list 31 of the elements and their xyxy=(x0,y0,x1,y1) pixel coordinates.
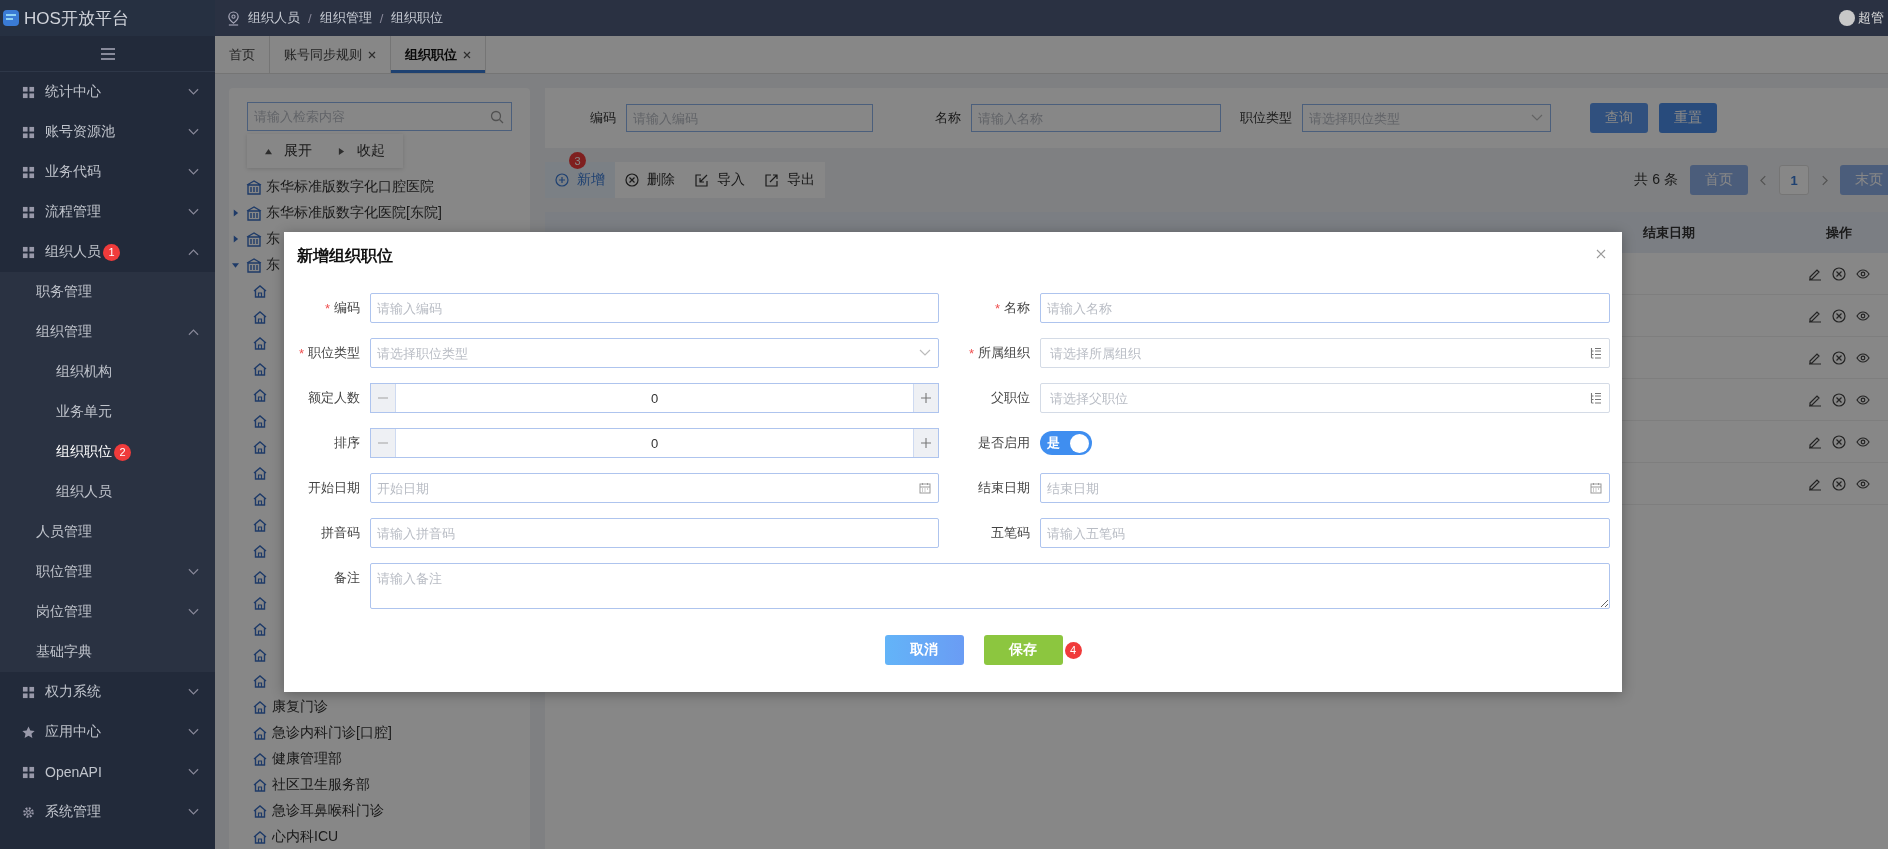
step-marker: 1 xyxy=(103,243,120,261)
field-label: 开始日期 xyxy=(308,479,360,497)
column-header: 操作 xyxy=(1825,223,1853,242)
field-label: 名称 xyxy=(935,109,961,127)
field-label: 排序 xyxy=(334,434,360,452)
step-marker: 3 xyxy=(569,152,586,169)
field-label: 父职位 xyxy=(991,389,1030,407)
field-label: 职位类型 xyxy=(1240,109,1292,127)
field-label: 所属组织 xyxy=(978,344,1030,362)
required-mark: * xyxy=(324,300,330,316)
breadcrumb-separator: / xyxy=(308,10,312,26)
field-label: 是否启用 xyxy=(978,434,1030,452)
field-label: 拼音码 xyxy=(321,524,360,542)
field-label: 名称 xyxy=(1004,299,1030,317)
field-label: 五笔码 xyxy=(991,524,1030,542)
field-label: 编码 xyxy=(334,299,360,317)
total-count: 共 6 条 xyxy=(1634,171,1678,189)
field-label: 编码 xyxy=(590,109,616,127)
app-title: HOS开放平台 xyxy=(24,7,129,30)
field-label: 备注 xyxy=(334,569,360,587)
step-marker: 4 xyxy=(1064,641,1082,659)
column-header: 结束日期 xyxy=(1642,223,1696,242)
field-label: 结束日期 xyxy=(978,479,1030,497)
field-label: 额定人数 xyxy=(308,389,360,407)
breadcrumb-separator: / xyxy=(379,10,384,26)
required-mark: * xyxy=(298,345,304,361)
required-mark: * xyxy=(994,300,1000,316)
dialog-title: 新增组织职位 xyxy=(297,246,393,266)
required-mark: * xyxy=(968,345,974,361)
step-marker: 2 xyxy=(114,443,131,461)
field-label: 职位类型 xyxy=(308,344,360,362)
